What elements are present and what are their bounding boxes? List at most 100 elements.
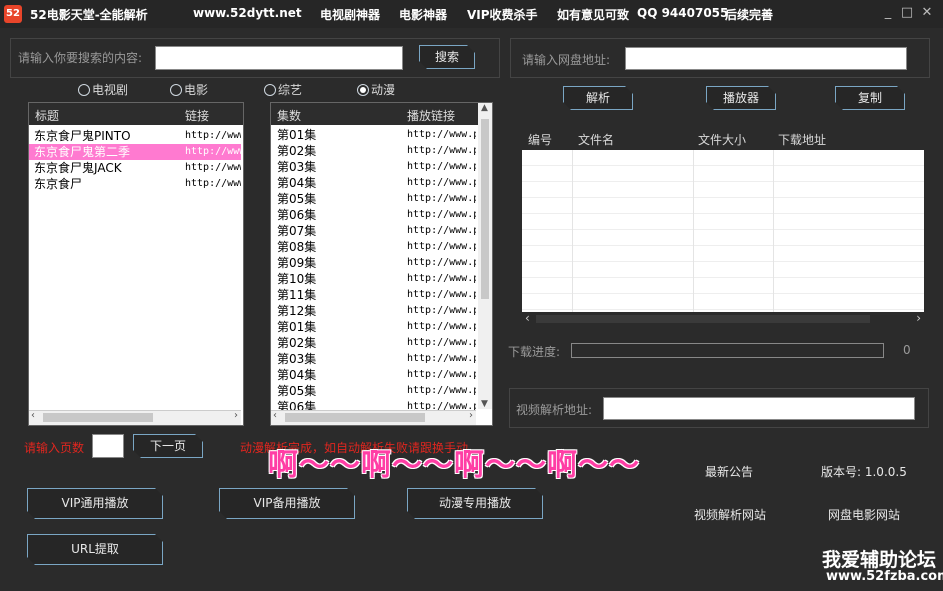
- scroll-right-icon[interactable]: ›: [916, 311, 921, 325]
- list-item-title: 东京食尸鬼PINTO: [34, 129, 131, 143]
- episode-list-hscrollbar[interactable]: ‹ ›: [271, 410, 476, 425]
- close-icon[interactable]: ✕: [920, 6, 934, 20]
- list-item-link: http://www: [185, 146, 241, 157]
- radio-tv[interactable]: 电视剧: [78, 81, 128, 97]
- video-site-link[interactable]: 视频解析网站: [694, 506, 766, 523]
- anime-play-button[interactable]: 动漫专用播放: [407, 488, 543, 519]
- list-item[interactable]: 第05集 http://www.p: [271, 383, 476, 399]
- list-item[interactable]: 第02集 http://www.p: [271, 335, 476, 351]
- table-divider: [693, 150, 694, 312]
- download-value: 0: [903, 343, 911, 357]
- episode-number: 第03集: [277, 160, 317, 174]
- scroll-left-icon[interactable]: ‹: [273, 410, 277, 421]
- episode-number: 第12集: [277, 304, 317, 318]
- minimize-icon[interactable]: _: [881, 6, 895, 20]
- list-item[interactable]: 东京食尸 http://www: [29, 176, 241, 192]
- file-table-body[interactable]: [522, 150, 924, 312]
- vip-general-play-button[interactable]: VIP通用播放: [27, 488, 163, 519]
- site-link[interactable]: www.52dytt.net: [193, 6, 302, 20]
- play-link-col-header[interactable]: 播放链接: [407, 107, 455, 124]
- list-item[interactable]: 第03集 http://www.p: [271, 159, 476, 175]
- link-col-header[interactable]: 链接: [185, 107, 209, 124]
- feedback-text: 如有意见可致: [557, 8, 630, 22]
- list-item[interactable]: 第08集 http://www.p: [271, 239, 476, 255]
- list-item[interactable]: 第09集 http://www.p: [271, 255, 476, 271]
- list-item-title: 东京食尸鬼第二季: [34, 145, 131, 159]
- player-button[interactable]: 播放器: [706, 86, 776, 110]
- list-item[interactable]: 第01集 http://www.p: [271, 127, 476, 143]
- url-extract-button[interactable]: URL提取: [27, 534, 163, 565]
- title-list-hscrollbar[interactable]: ‹ ›: [29, 410, 241, 425]
- page-input[interactable]: [92, 434, 124, 458]
- col-download[interactable]: 下载地址: [778, 131, 826, 148]
- tv-tool-link[interactable]: 电视剧神器: [320, 6, 380, 23]
- vip-tool-link[interactable]: VIP收费杀手: [467, 6, 538, 23]
- list-item[interactable]: 第11集 http://www.p: [271, 287, 476, 303]
- episode-link: http://www.p: [407, 209, 476, 220]
- list-item[interactable]: 第06集 http://www.p: [271, 207, 476, 223]
- scroll-left-icon[interactable]: ‹: [31, 410, 35, 421]
- video-parse-input[interactable]: [603, 397, 915, 420]
- episode-number: 第10集: [277, 272, 317, 286]
- parse-button[interactable]: 解析: [563, 86, 633, 110]
- radio-variety[interactable]: 综艺: [264, 81, 302, 97]
- app-title: 52电影天堂-全能解析: [30, 8, 148, 22]
- col-number[interactable]: 编号: [528, 131, 552, 148]
- maximize-icon[interactable]: □: [900, 6, 914, 20]
- search-button[interactable]: 搜索: [419, 45, 475, 69]
- episode-list[interactable]: 集数 播放链接 第01集 http://www.p 第02集 http://www.p…: [270, 102, 493, 426]
- movie-tool-link[interactable]: 电影神器: [399, 6, 447, 23]
- vip-backup-play-button[interactable]: VIP备用播放: [219, 488, 355, 519]
- radio-anime-circle-icon: [357, 84, 369, 96]
- next-page-button[interactable]: 下一页: [133, 434, 203, 458]
- scroll-right-icon[interactable]: ›: [469, 410, 473, 421]
- list-item[interactable]: 第05集 http://www.p: [271, 191, 476, 207]
- announcement-link[interactable]: 最新公告: [705, 463, 753, 480]
- episode-col-header[interactable]: 集数: [277, 107, 301, 124]
- radio-anime[interactable]: 动漫: [357, 81, 395, 97]
- list-item[interactable]: 第03集 http://www.p: [271, 351, 476, 367]
- netdisk-input[interactable]: [625, 47, 907, 70]
- list-item[interactable]: 东京食尸鬼JACK http://www: [29, 160, 241, 176]
- episode-link: http://www.p: [407, 241, 476, 252]
- netdisk-site-link[interactable]: 网盘电影网站: [828, 506, 900, 523]
- list-item[interactable]: 东京食尸鬼PINTO http://www: [29, 128, 241, 144]
- list-item[interactable]: 第10集 http://www.p: [271, 271, 476, 287]
- scroll-down-icon[interactable]: ▼: [481, 399, 488, 409]
- radio-movie-label: 电影: [184, 83, 209, 97]
- list-item-link: http://www: [185, 130, 241, 141]
- title-list-header: 标题 链接: [29, 103, 243, 125]
- col-filesize[interactable]: 文件大小: [698, 131, 746, 148]
- copy-button[interactable]: 复制: [835, 86, 905, 110]
- scroll-thumb[interactable]: [481, 119, 489, 299]
- scroll-thumb[interactable]: [43, 413, 153, 422]
- search-label: 请输入你要搜索的内容:: [18, 51, 143, 65]
- title-list[interactable]: 标题 链接 东京食尸鬼PINTO http://www 东京食尸鬼第二季 htt…: [28, 102, 244, 426]
- scroll-thumb[interactable]: [285, 413, 425, 422]
- list-item[interactable]: 第12集 http://www.p: [271, 303, 476, 319]
- radio-movie[interactable]: 电影: [170, 81, 208, 97]
- list-item[interactable]: 第04集 http://www.p: [271, 175, 476, 191]
- netdisk-label: 请输入网盘地址:: [522, 53, 611, 67]
- file-table-hscrollbar[interactable]: ‹ ›: [522, 311, 924, 326]
- scroll-up-icon[interactable]: ▲: [481, 103, 488, 113]
- col-filename[interactable]: 文件名: [578, 131, 614, 148]
- episode-number: 第02集: [277, 144, 317, 158]
- title-col-header[interactable]: 标题: [35, 107, 59, 124]
- list-item[interactable]: 第07集 http://www.p: [271, 223, 476, 239]
- episode-link: http://www.p: [407, 161, 476, 172]
- episode-list-vscrollbar[interactable]: ▲ ▼: [478, 103, 492, 409]
- list-item[interactable]: 第02集 http://www.p: [271, 143, 476, 159]
- episode-link: http://www.p: [407, 305, 476, 316]
- list-item[interactable]: 第04集 http://www.p: [271, 367, 476, 383]
- overlay-text: 啊～～啊～～啊～～啊～～: [268, 448, 640, 483]
- scroll-right-icon[interactable]: ›: [234, 410, 238, 421]
- scroll-left-icon[interactable]: ‹: [525, 311, 530, 325]
- list-item[interactable]: 第01集 http://www.p: [271, 319, 476, 335]
- episode-number: 第04集: [277, 368, 317, 382]
- episode-list-header: 集数 播放链接: [271, 103, 478, 125]
- search-input[interactable]: [155, 46, 403, 70]
- list-item-selected[interactable]: 东京食尸鬼第二季 http://www: [29, 144, 241, 160]
- episode-number: 第05集: [277, 192, 317, 206]
- scroll-thumb[interactable]: [536, 315, 870, 323]
